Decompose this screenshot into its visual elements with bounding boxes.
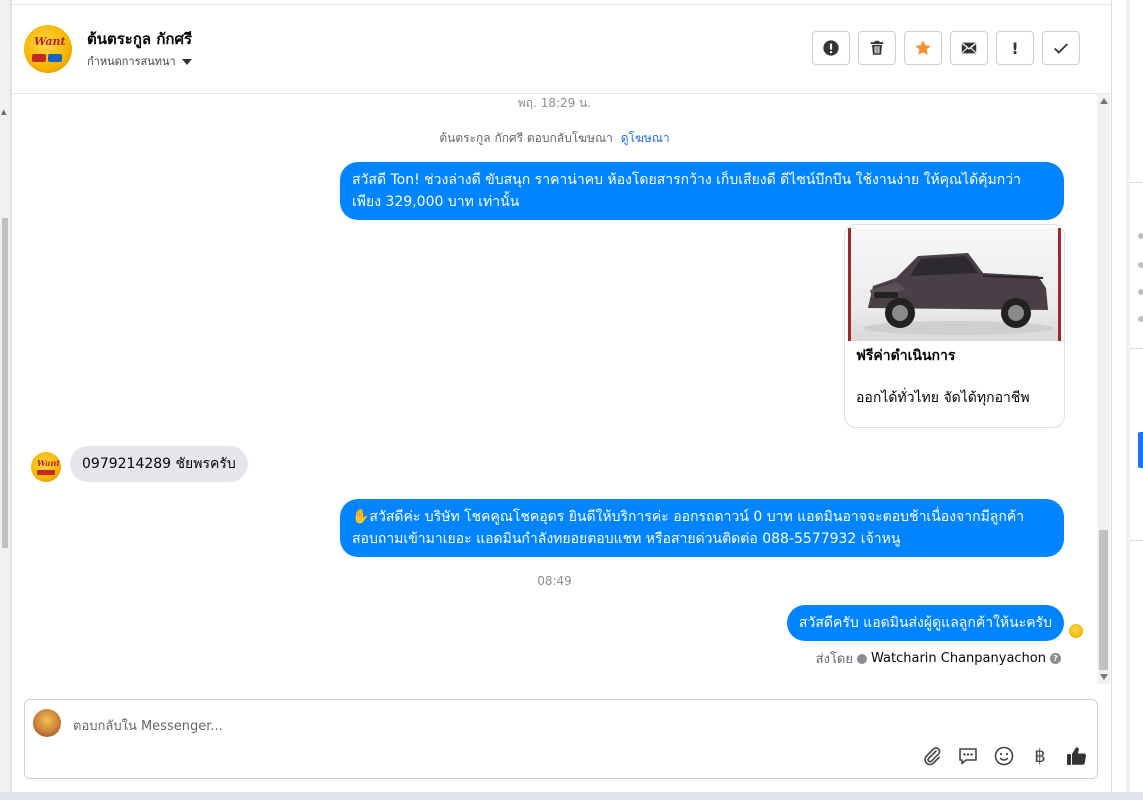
- exclamation-icon: !: [1011, 38, 1019, 58]
- ad-card-title: ฟรีค่าดำเนินการ: [856, 348, 956, 364]
- ad-reply-text: ต้นตระกูล กักศรี ตอบกลับโฆษณา: [439, 131, 613, 145]
- message-composer[interactable]: ตอบกลับใน Messenger... ฿: [24, 699, 1098, 779]
- timestamp: 08:49: [537, 574, 572, 588]
- assign-label: กำหนดการสนทนา: [87, 55, 176, 68]
- avatar-logo-text: Want: [37, 458, 60, 468]
- thread-scrollbar-thumb[interactable]: [1099, 530, 1108, 670]
- emoji-icon[interactable]: [993, 745, 1015, 767]
- info-dot-icon: [1138, 233, 1143, 239]
- car-icon: [48, 54, 62, 62]
- contact-name[interactable]: ต้นตระกูล กักศรี: [87, 27, 192, 51]
- sent-by-name[interactable]: Watcharin Chanpanyachon: [871, 651, 1046, 666]
- ad-reply-notice: ต้นตระกูล กักศรี ตอบกลับโฆษณา ดูโฆษณา: [12, 129, 1097, 148]
- mark-done-button[interactable]: [1042, 31, 1080, 65]
- baht-icon[interactable]: ฿: [1029, 746, 1051, 767]
- contact-avatar[interactable]: Want: [24, 25, 72, 73]
- pickup-truck-image: [863, 253, 1053, 335]
- paperclip-icon[interactable]: [921, 745, 943, 767]
- check-icon: [1054, 43, 1068, 54]
- follow-up-button[interactable]: !: [996, 31, 1034, 65]
- right-info-pane: [1111, 0, 1143, 792]
- page-avatar: [33, 709, 61, 737]
- thread-scrollbar[interactable]: [1097, 94, 1110, 684]
- scroll-up-icon[interactable]: [1100, 98, 1108, 104]
- window-bottom-edge: [0, 792, 1143, 800]
- info-dot-icon: [1138, 289, 1143, 295]
- scroll-down-icon[interactable]: [1100, 674, 1108, 680]
- mark-unread-button[interactable]: [950, 31, 988, 65]
- scroll-up-arrow-icon[interactable]: ▲: [1, 108, 6, 116]
- divider: [1130, 348, 1143, 349]
- composer-actions: ฿: [921, 745, 1087, 767]
- assign-conversation-dropdown[interactable]: กำหนดการสนทนา: [87, 52, 192, 70]
- conversation-toolbar: !: [812, 31, 1080, 65]
- star-icon: [915, 40, 931, 56]
- page-scrollbar-thumb[interactable]: [2, 218, 8, 548]
- car-icon: [32, 54, 46, 62]
- contact-avatar-small[interactable]: Want: [31, 452, 61, 482]
- conversation-panel: Want ต้นตระกูล กักศรี กำหนดการสนทนา ! พฤ…: [11, 0, 1112, 792]
- avatar-logo-text: Want: [34, 35, 66, 48]
- outgoing-message[interactable]: สวัสดี Ton! ช่วงล่างดี ขับสนุก ราคาน่าคบ…: [340, 162, 1064, 220]
- conversation-header: Want ต้นตระกูล กักศรี กำหนดการสนทนา !: [12, 5, 1111, 94]
- page-scrollbar[interactable]: ▲: [0, 0, 11, 800]
- timestamp: พฤ. 18:29 น.: [517, 96, 592, 110]
- delete-button[interactable]: [858, 31, 896, 65]
- view-ad-link[interactable]: ดูโฆษณา: [621, 131, 670, 145]
- message-thread[interactable]: พฤ. 18:29 น. ต้นตระกูล กักศรี ตอบกลับโฆษ…: [12, 94, 1097, 672]
- ad-card-description: ออกได้ทั่วไทย จัดได้ทุกอาชีพ: [856, 390, 1030, 406]
- divider: [1130, 182, 1143, 183]
- car-icon: [37, 470, 55, 475]
- divider: [1130, 540, 1143, 541]
- caret-down-icon: [181, 59, 192, 65]
- outgoing-message[interactable]: สวัสดีครับ แอดมินส่งผู้ดูแลลูกค้าให้นะคร…: [786, 605, 1064, 641]
- verified-icon: [857, 653, 867, 664]
- sent-by-info: ส่งโดย Watcharin Chanpanyachon ?: [816, 648, 1061, 669]
- saved-replies-icon[interactable]: [957, 745, 979, 767]
- reply-input[interactable]: ตอบกลับใน Messenger...: [73, 715, 223, 736]
- seen-avatar: [1069, 624, 1083, 638]
- pane-divider: [1126, 0, 1130, 792]
- info-dot-icon: [1138, 316, 1143, 322]
- incoming-message[interactable]: 0979214289 ชัยพรครับ: [70, 446, 248, 482]
- ad-card[interactable]: ฟรีค่าดำเนินการ ออกได้ทั่วไทย จัดได้ทุกอ…: [844, 224, 1065, 428]
- info-dot-icon: [1138, 262, 1143, 268]
- sent-by-label: ส่งโดย: [815, 652, 853, 667]
- star-button[interactable]: [904, 31, 942, 65]
- outgoing-message[interactable]: ✋สวัสดีค่ะ บริษัท โชคคูณโชคอุดร ยินดีให้…: [340, 499, 1064, 557]
- pane-action-button[interactable]: [1138, 432, 1143, 468]
- envelope-icon: [961, 42, 977, 54]
- exclamation-circle-icon: [823, 40, 839, 56]
- thumbs-up-icon[interactable]: [1065, 745, 1087, 767]
- mark-spam-button[interactable]: [812, 31, 850, 65]
- ad-card-image[interactable]: [848, 228, 1061, 341]
- trash-icon: [870, 40, 884, 55]
- help-icon[interactable]: ?: [1050, 653, 1061, 664]
